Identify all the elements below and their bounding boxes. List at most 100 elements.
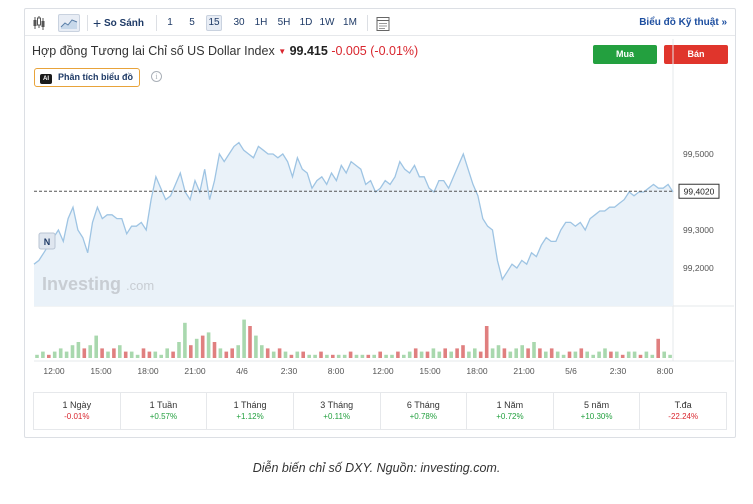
volume-bar bbox=[47, 354, 51, 358]
chart-widget: + So Sánh 1 5 15 30 1H 5H 1D 1W 1M Biểu đồ Kỹ th… bbox=[24, 8, 736, 438]
period-label: 6 Tháng bbox=[406, 400, 440, 410]
x-tick-label: 8:00 bbox=[328, 366, 345, 376]
x-tick-label: 2:30 bbox=[281, 366, 298, 376]
period-change: +10.30% bbox=[580, 412, 613, 421]
volume-bar bbox=[437, 351, 442, 358]
volume-bar bbox=[378, 351, 382, 358]
period-cell[interactable]: 6 Tháng +0.78% bbox=[381, 393, 468, 429]
period-cell[interactable]: 1 Tháng +1.12% bbox=[207, 393, 294, 429]
period-label: 1 Tháng bbox=[233, 400, 267, 410]
volume-bar bbox=[650, 354, 655, 358]
volume-bar bbox=[431, 348, 436, 358]
volume-bar bbox=[632, 351, 637, 358]
volume-bar bbox=[123, 351, 128, 358]
volume-bar bbox=[236, 345, 240, 358]
volume-bar bbox=[301, 351, 305, 358]
volume-bar bbox=[532, 342, 536, 358]
volume-bar bbox=[615, 351, 619, 358]
volume-bar bbox=[508, 351, 513, 358]
volume-bar bbox=[461, 345, 465, 358]
volume-bar bbox=[638, 354, 643, 358]
volume-bar bbox=[390, 354, 394, 358]
volume-bar bbox=[82, 348, 87, 358]
volume-bar bbox=[141, 348, 146, 358]
x-tick-label: 21:00 bbox=[184, 366, 206, 376]
investing-watermark: Investing bbox=[42, 274, 121, 294]
volume-bar bbox=[112, 348, 116, 358]
period-cell[interactable]: 1 Năm +0.72% bbox=[467, 393, 554, 429]
volume-bar bbox=[177, 342, 181, 358]
volume-bar bbox=[396, 351, 400, 358]
period-cell[interactable]: 3 Tháng +0.11% bbox=[294, 393, 381, 429]
volume-bar bbox=[218, 348, 223, 358]
news-marker-icon: N bbox=[44, 237, 51, 247]
volume-bar bbox=[183, 322, 187, 358]
volume-bar bbox=[94, 335, 98, 358]
period-change: +0.57% bbox=[149, 412, 178, 421]
volume-bar bbox=[490, 348, 495, 358]
volume-bar bbox=[372, 354, 376, 358]
volume-bar bbox=[336, 354, 341, 358]
volume-bar bbox=[478, 351, 483, 358]
volume-bar bbox=[76, 342, 81, 358]
volume-bar bbox=[520, 345, 524, 358]
volume-bar bbox=[567, 351, 572, 358]
volume-bar bbox=[342, 354, 347, 358]
volume-bar bbox=[88, 345, 92, 358]
volume-bar bbox=[260, 345, 264, 358]
volume-bar bbox=[242, 319, 246, 358]
x-tick-label: 15:00 bbox=[90, 366, 112, 376]
period-cell[interactable]: 5 năm +10.30% bbox=[554, 393, 641, 429]
price-chart[interactable]: Investing .com N 99,4020 99,5000 99,3000 99,20… bbox=[25, 9, 735, 389]
volume-bar bbox=[561, 354, 566, 358]
volume-bar bbox=[443, 348, 447, 358]
volume-bar bbox=[129, 351, 134, 358]
volume-bar bbox=[265, 348, 270, 358]
volume-bar bbox=[425, 351, 430, 358]
volume-bar bbox=[496, 345, 501, 358]
volume-bar bbox=[384, 354, 388, 358]
period-label: 5 năm bbox=[584, 400, 610, 410]
volume-bar bbox=[526, 348, 530, 358]
volume-bar bbox=[579, 348, 584, 358]
volume-bar bbox=[348, 351, 353, 358]
volume-bar bbox=[514, 348, 518, 358]
volume-bar bbox=[248, 326, 252, 358]
volume-bar bbox=[159, 354, 163, 358]
volume-bar bbox=[189, 345, 193, 358]
volume-bar bbox=[662, 351, 666, 358]
volume-bar bbox=[644, 351, 649, 358]
period-cell[interactable]: T.đa -22.24% bbox=[640, 393, 726, 429]
x-tick-label: 2:30 bbox=[610, 366, 627, 376]
x-tick-label: 12:00 bbox=[372, 366, 394, 376]
volume-bar bbox=[366, 354, 371, 358]
period-label: 1 Tuần bbox=[149, 400, 178, 410]
volume-bar bbox=[153, 351, 158, 358]
x-tick-label: 4/6 bbox=[236, 366, 248, 376]
volume-bar bbox=[656, 338, 660, 358]
x-tick-label: 15:00 bbox=[419, 366, 441, 376]
volume-bar bbox=[419, 351, 424, 358]
current-price-label: 99,4020 bbox=[684, 187, 715, 197]
period-label: 3 Tháng bbox=[320, 400, 354, 410]
period-change: +0.11% bbox=[323, 412, 351, 421]
x-tick-label: 12:00 bbox=[43, 366, 65, 376]
volume-bar bbox=[603, 348, 607, 358]
volume-bar bbox=[668, 354, 672, 358]
volume-bar bbox=[591, 354, 595, 358]
volume-bar bbox=[277, 348, 282, 358]
volume-bar bbox=[402, 354, 406, 358]
volume-bar bbox=[585, 351, 589, 358]
volume-bar bbox=[502, 348, 507, 358]
volume-bar bbox=[289, 354, 294, 358]
period-cell[interactable]: 1 Tuần +0.57% bbox=[121, 393, 208, 429]
volume-bar bbox=[271, 351, 276, 358]
volume-bar bbox=[58, 348, 63, 358]
volume-bar bbox=[200, 335, 205, 358]
volume-bar bbox=[407, 351, 412, 358]
volume-bar bbox=[118, 345, 122, 358]
x-tick-label: 21:00 bbox=[513, 366, 535, 376]
period-cell[interactable]: 1 Ngày -0.01% bbox=[34, 393, 121, 429]
volume-bar bbox=[449, 351, 453, 358]
volume-bar bbox=[313, 354, 317, 358]
